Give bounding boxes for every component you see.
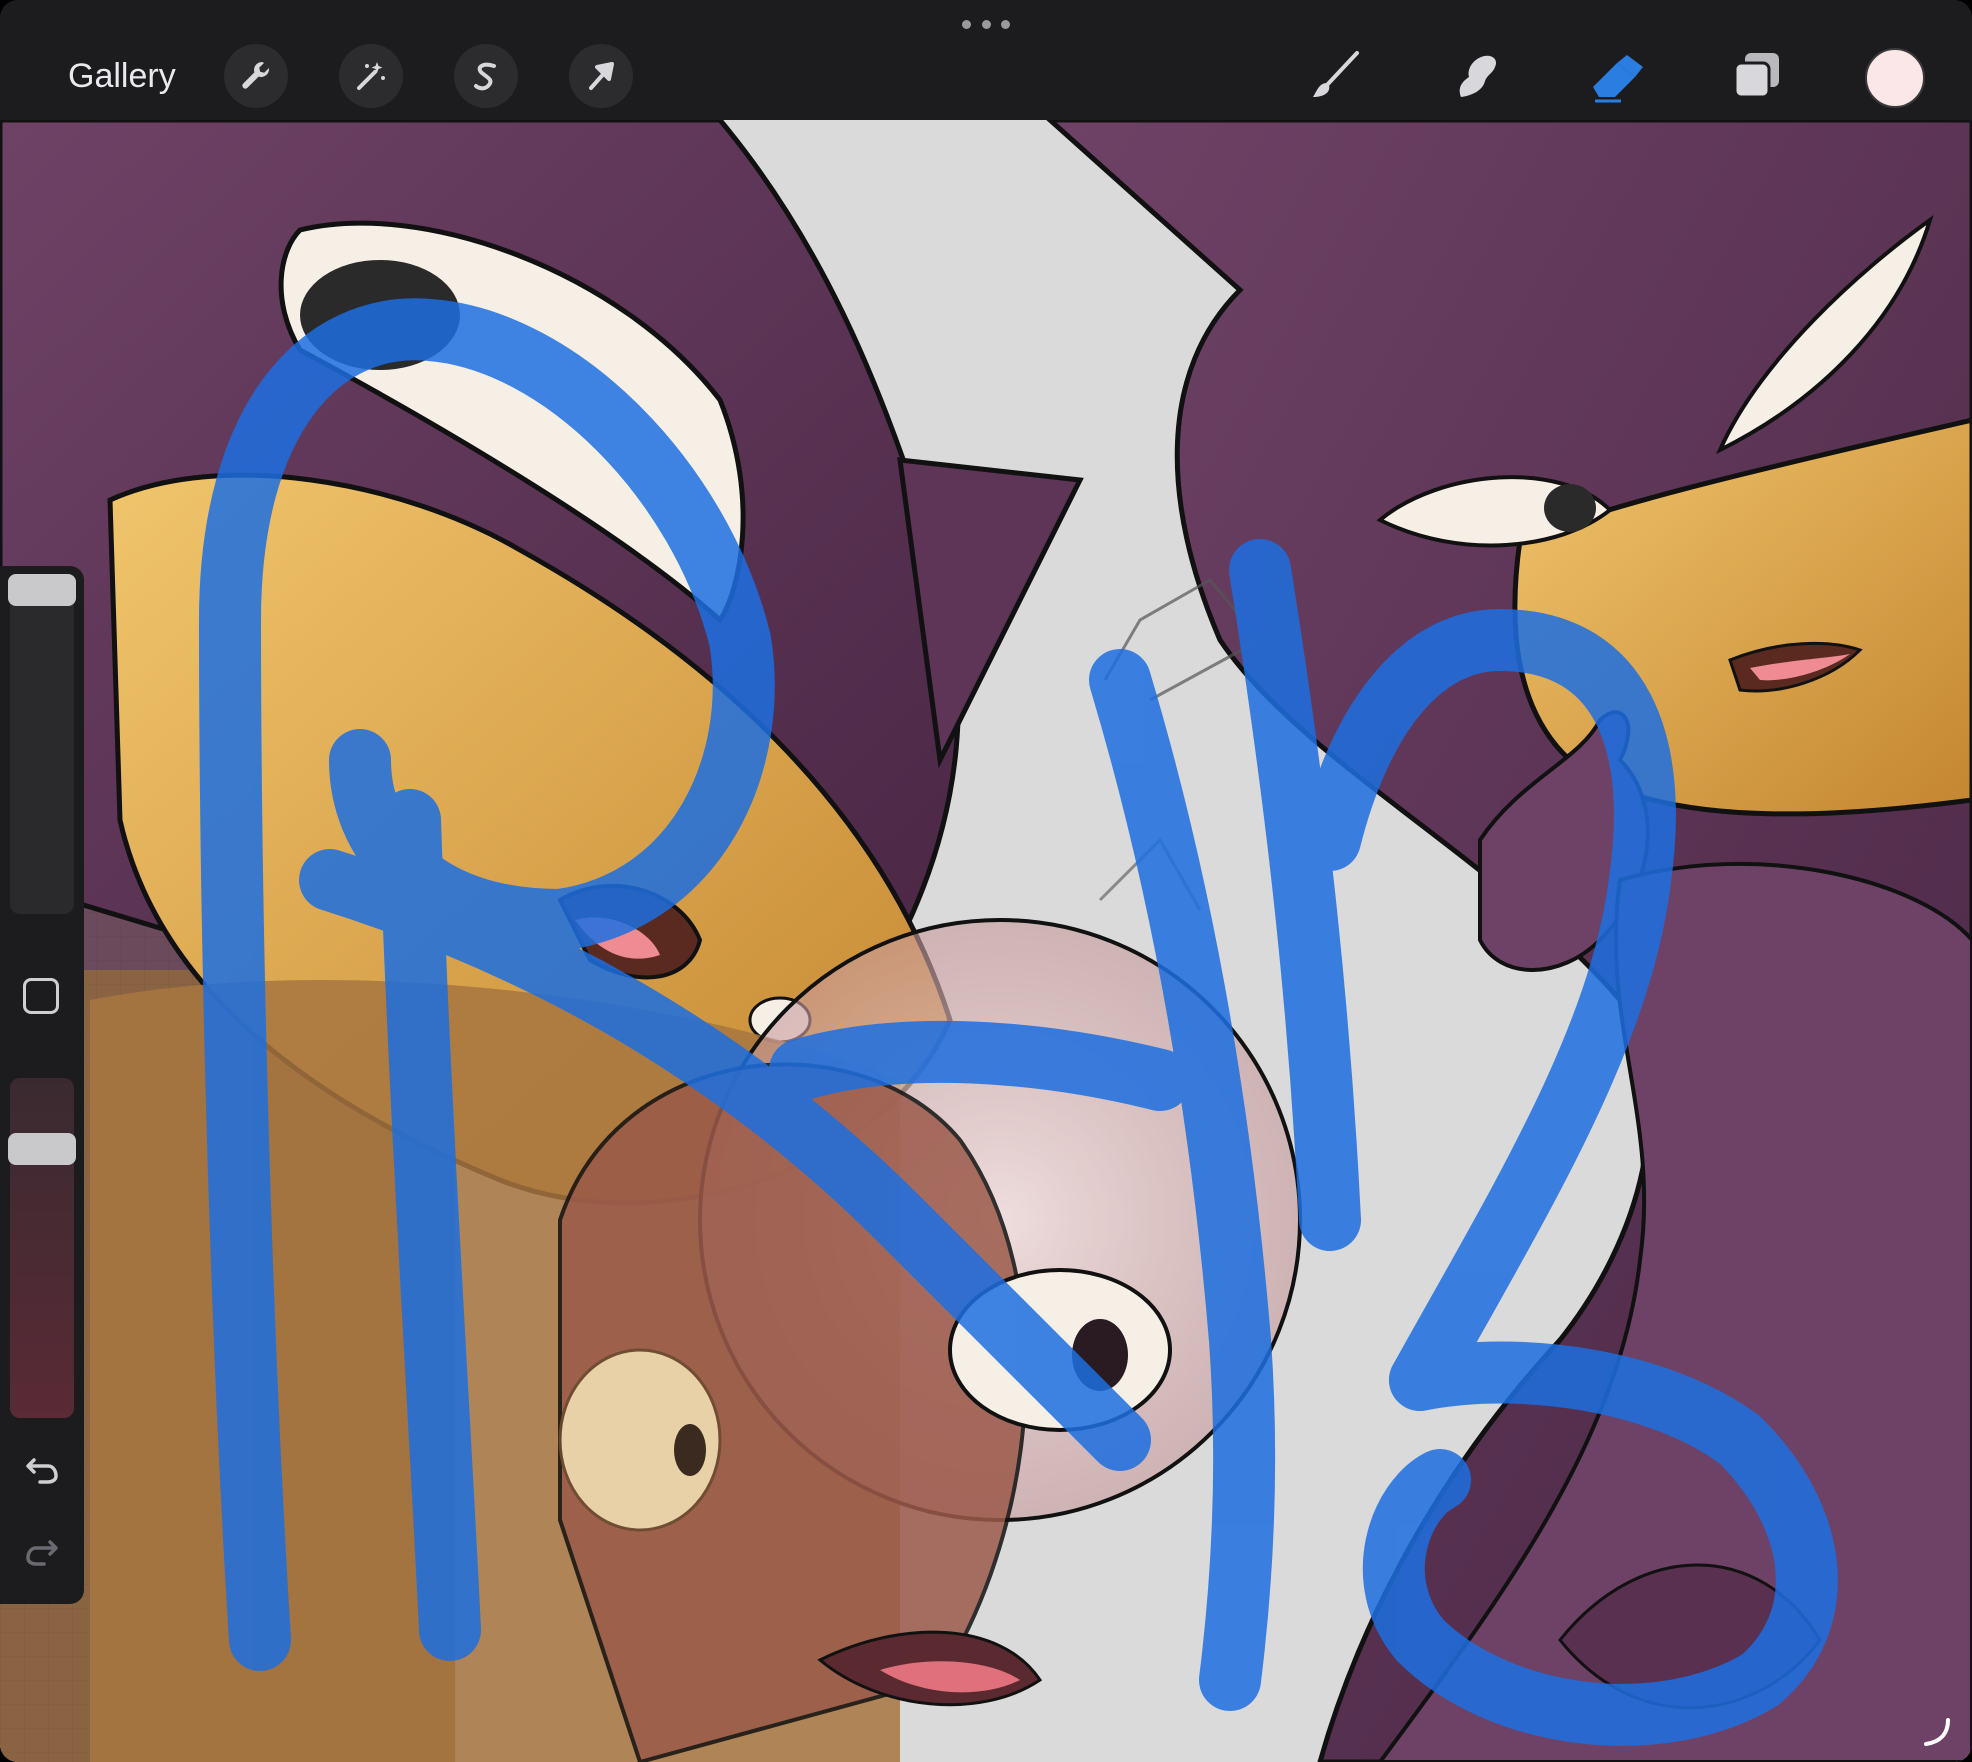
actions-button[interactable] — [224, 44, 288, 108]
more-options-handle[interactable] — [962, 18, 1010, 30]
dot-icon — [962, 19, 971, 29]
arrow-cursor-icon — [589, 62, 614, 90]
layers-icon — [1733, 53, 1779, 99]
brush-tool-button[interactable] — [1306, 46, 1366, 106]
smudge-tool-button[interactable] — [1446, 46, 1506, 106]
artwork — [0, 120, 1972, 1762]
brush-icon — [1313, 51, 1359, 97]
selection-button[interactable] — [454, 44, 518, 108]
procreate-app: Gallery — [0, 0, 1972, 1762]
undo-arrow-icon — [26, 1458, 58, 1484]
quickshape-corner-icon — [1924, 1718, 1950, 1746]
brush-opacity-slider[interactable] — [8, 1078, 76, 1418]
magic-wand-icon — [357, 62, 385, 90]
color-picker-button[interactable] — [1865, 48, 1925, 108]
transform-button[interactable] — [569, 44, 633, 108]
modify-button[interactable] — [23, 978, 59, 1014]
redo-arrow-icon — [26, 1540, 58, 1566]
selection-s-icon — [474, 62, 496, 91]
layers-tool-button[interactable] — [1726, 46, 1786, 106]
dot-icon — [1001, 19, 1010, 29]
undo-button[interactable] — [18, 1446, 66, 1494]
top-toolbar: Gallery — [0, 0, 1972, 120]
drawing-canvas[interactable] — [0, 120, 1972, 1762]
eraser-icon — [1593, 55, 1643, 103]
dot-icon — [981, 19, 991, 29]
redo-button[interactable] — [18, 1528, 66, 1576]
eraser-tool-button[interactable] — [1586, 46, 1646, 106]
gallery-button[interactable]: Gallery — [68, 52, 176, 100]
side-toolbar — [0, 566, 84, 1604]
brush-size-thumb[interactable] — [8, 574, 76, 606]
wrench-icon — [242, 62, 270, 89]
smudge-finger-icon — [1459, 55, 1497, 97]
brush-size-slider[interactable] — [8, 574, 76, 914]
adjustments-button[interactable] — [339, 44, 403, 108]
brush-opacity-thumb[interactable] — [8, 1133, 76, 1166]
